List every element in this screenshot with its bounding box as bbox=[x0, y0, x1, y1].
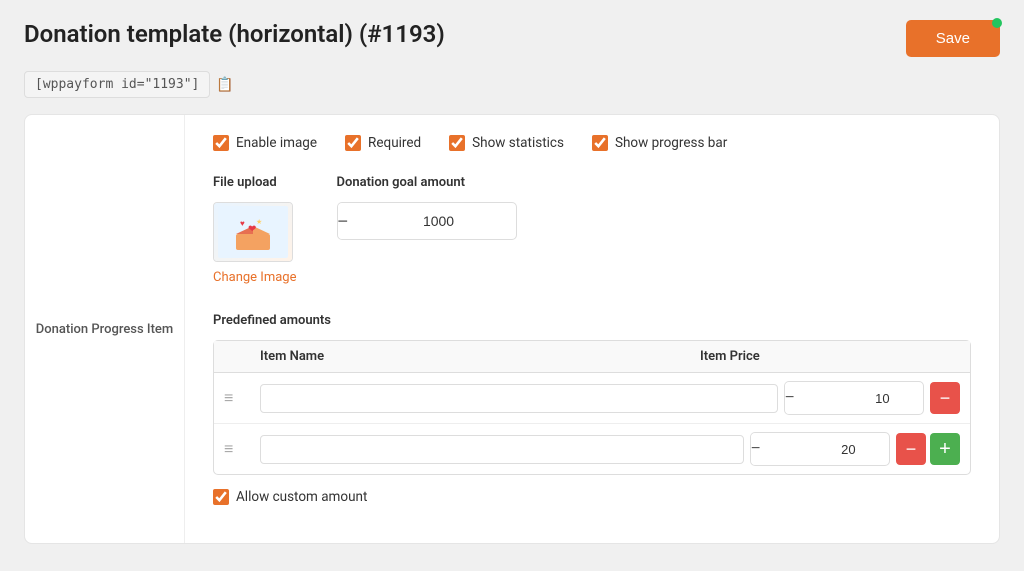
show-progress-bar-input[interactable] bbox=[592, 135, 608, 151]
allow-custom-input[interactable] bbox=[213, 489, 229, 505]
amounts-table: Item Name Item Price ≡ − + bbox=[213, 340, 971, 475]
price-group-2: − + bbox=[750, 432, 890, 466]
item-name-input-2[interactable] bbox=[260, 435, 744, 464]
row-actions-2: − + bbox=[896, 433, 960, 465]
table-header: Item Name Item Price bbox=[214, 341, 970, 373]
delete-row-1[interactable]: − bbox=[930, 382, 960, 414]
donation-goal-value[interactable] bbox=[348, 207, 516, 235]
status-dot bbox=[992, 18, 1002, 28]
file-upload-label: File upload bbox=[213, 175, 297, 190]
col-item-price: Item Price bbox=[700, 349, 880, 364]
donation-goal-decrement[interactable]: − bbox=[338, 203, 349, 239]
price-input-2[interactable] bbox=[760, 438, 890, 461]
price-input-1[interactable] bbox=[794, 387, 924, 410]
required-label: Required bbox=[368, 135, 421, 151]
page-title: Donation template (horizontal) (#1193) bbox=[24, 20, 445, 48]
svg-text:♥: ♥ bbox=[240, 219, 245, 228]
required-checkbox[interactable]: Required bbox=[345, 135, 421, 151]
enable-image-checkbox[interactable]: Enable image bbox=[213, 135, 317, 151]
delete-row-2[interactable]: − bbox=[896, 433, 926, 465]
donation-goal-label: Donation goal amount bbox=[337, 175, 517, 190]
table-row: ≡ − + − bbox=[214, 373, 970, 424]
shortcode-display: [wppayform id="1193"] bbox=[24, 71, 210, 98]
save-button[interactable]: Save bbox=[906, 20, 1000, 57]
price-decrement-2[interactable]: − bbox=[751, 433, 760, 465]
drag-handle[interactable]: ≡ bbox=[224, 388, 254, 408]
show-statistics-input[interactable] bbox=[449, 135, 465, 151]
svg-text:★: ★ bbox=[256, 218, 262, 226]
image-placeholder-icon: ❤ ♥ ★ bbox=[214, 202, 292, 262]
show-progress-bar-checkbox[interactable]: Show progress bar bbox=[592, 135, 727, 151]
allow-custom-checkbox[interactable]: Allow custom amount bbox=[213, 489, 971, 505]
show-statistics-label: Show statistics bbox=[472, 135, 564, 151]
image-preview: ❤ ♥ ★ bbox=[213, 202, 293, 262]
show-progress-bar-label: Show progress bar bbox=[615, 135, 727, 151]
allow-custom-label: Allow custom amount bbox=[236, 489, 367, 505]
enable-image-input[interactable] bbox=[213, 135, 229, 151]
predefined-amounts-label: Predefined amounts bbox=[213, 313, 971, 328]
change-image-link[interactable]: Change Image bbox=[213, 270, 297, 285]
enable-image-label: Enable image bbox=[236, 135, 317, 151]
price-group-1: − + bbox=[784, 381, 924, 415]
item-name-input-1[interactable] bbox=[260, 384, 778, 413]
copy-icon[interactable]: 📋 bbox=[216, 77, 233, 93]
required-input[interactable] bbox=[345, 135, 361, 151]
price-decrement-1[interactable]: − bbox=[785, 382, 794, 414]
add-row-button[interactable]: + bbox=[930, 433, 960, 465]
drag-handle[interactable]: ≡ bbox=[224, 439, 254, 459]
table-row: ≡ − + − + bbox=[214, 424, 970, 474]
show-statistics-checkbox[interactable]: Show statistics bbox=[449, 135, 564, 151]
donation-goal-input-group: − + bbox=[337, 202, 517, 240]
row-actions-1: − bbox=[930, 382, 960, 414]
sidebar-section-label: Donation Progress Item bbox=[25, 115, 185, 543]
col-item-name: Item Name bbox=[260, 349, 700, 364]
